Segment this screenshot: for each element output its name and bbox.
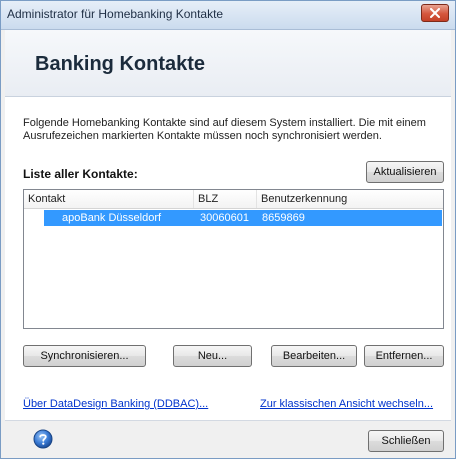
close-icon: [430, 8, 440, 18]
description-text: Folgende Homebanking Kontakte sind auf d…: [23, 117, 426, 142]
new-contact-button[interactable]: Neu...: [173, 345, 252, 367]
dialog-window: Administrator für Homebanking Kontakte B…: [0, 0, 456, 459]
column-header-kontakt[interactable]: Kontakt: [24, 190, 194, 208]
edit-contact-button[interactable]: Bearbeiten...: [271, 345, 357, 367]
close-window-button[interactable]: [421, 4, 449, 22]
about-ddbac-link[interactable]: Über DataDesign Banking (DDBAC)...: [23, 398, 208, 410]
contacts-listview[interactable]: Kontakt BLZ Benutzerkennung apoBank Düss…: [23, 189, 444, 329]
column-header-benutzerkennung[interactable]: Benutzerkennung: [257, 190, 443, 208]
window-title: Administrator für Homebanking Kontakte: [7, 7, 224, 21]
row-blz: 30060601: [200, 212, 249, 224]
help-icon[interactable]: [33, 429, 53, 449]
close-button[interactable]: Schließen: [368, 430, 444, 452]
footer-bar: Schließen: [5, 421, 451, 457]
refresh-button[interactable]: Aktualisieren: [366, 161, 444, 183]
table-row[interactable]: apoBank Düsseldorf 30060601 8659869: [44, 210, 442, 226]
listview-header: Kontakt BLZ Benutzerkennung: [24, 190, 443, 209]
header-banner: Banking Kontakte: [5, 30, 451, 97]
row-kontakt: apoBank Düsseldorf: [62, 212, 162, 224]
content-panel: Folgende Homebanking Kontakte sind auf d…: [5, 97, 451, 421]
page-title: Banking Kontakte: [35, 53, 206, 75]
contact-list-label: Liste aller Kontakte:: [23, 167, 138, 181]
synchronize-button[interactable]: Synchronisieren...: [23, 345, 146, 367]
remove-contact-button[interactable]: Entfernen...: [364, 345, 444, 367]
column-header-blz[interactable]: BLZ: [194, 190, 257, 208]
row-benutzerkennung: 8659869: [262, 212, 305, 224]
classic-view-link[interactable]: Zur klassischen Ansicht wechseln...: [260, 398, 433, 410]
title-bar[interactable]: Administrator für Homebanking Kontakte: [1, 1, 455, 30]
